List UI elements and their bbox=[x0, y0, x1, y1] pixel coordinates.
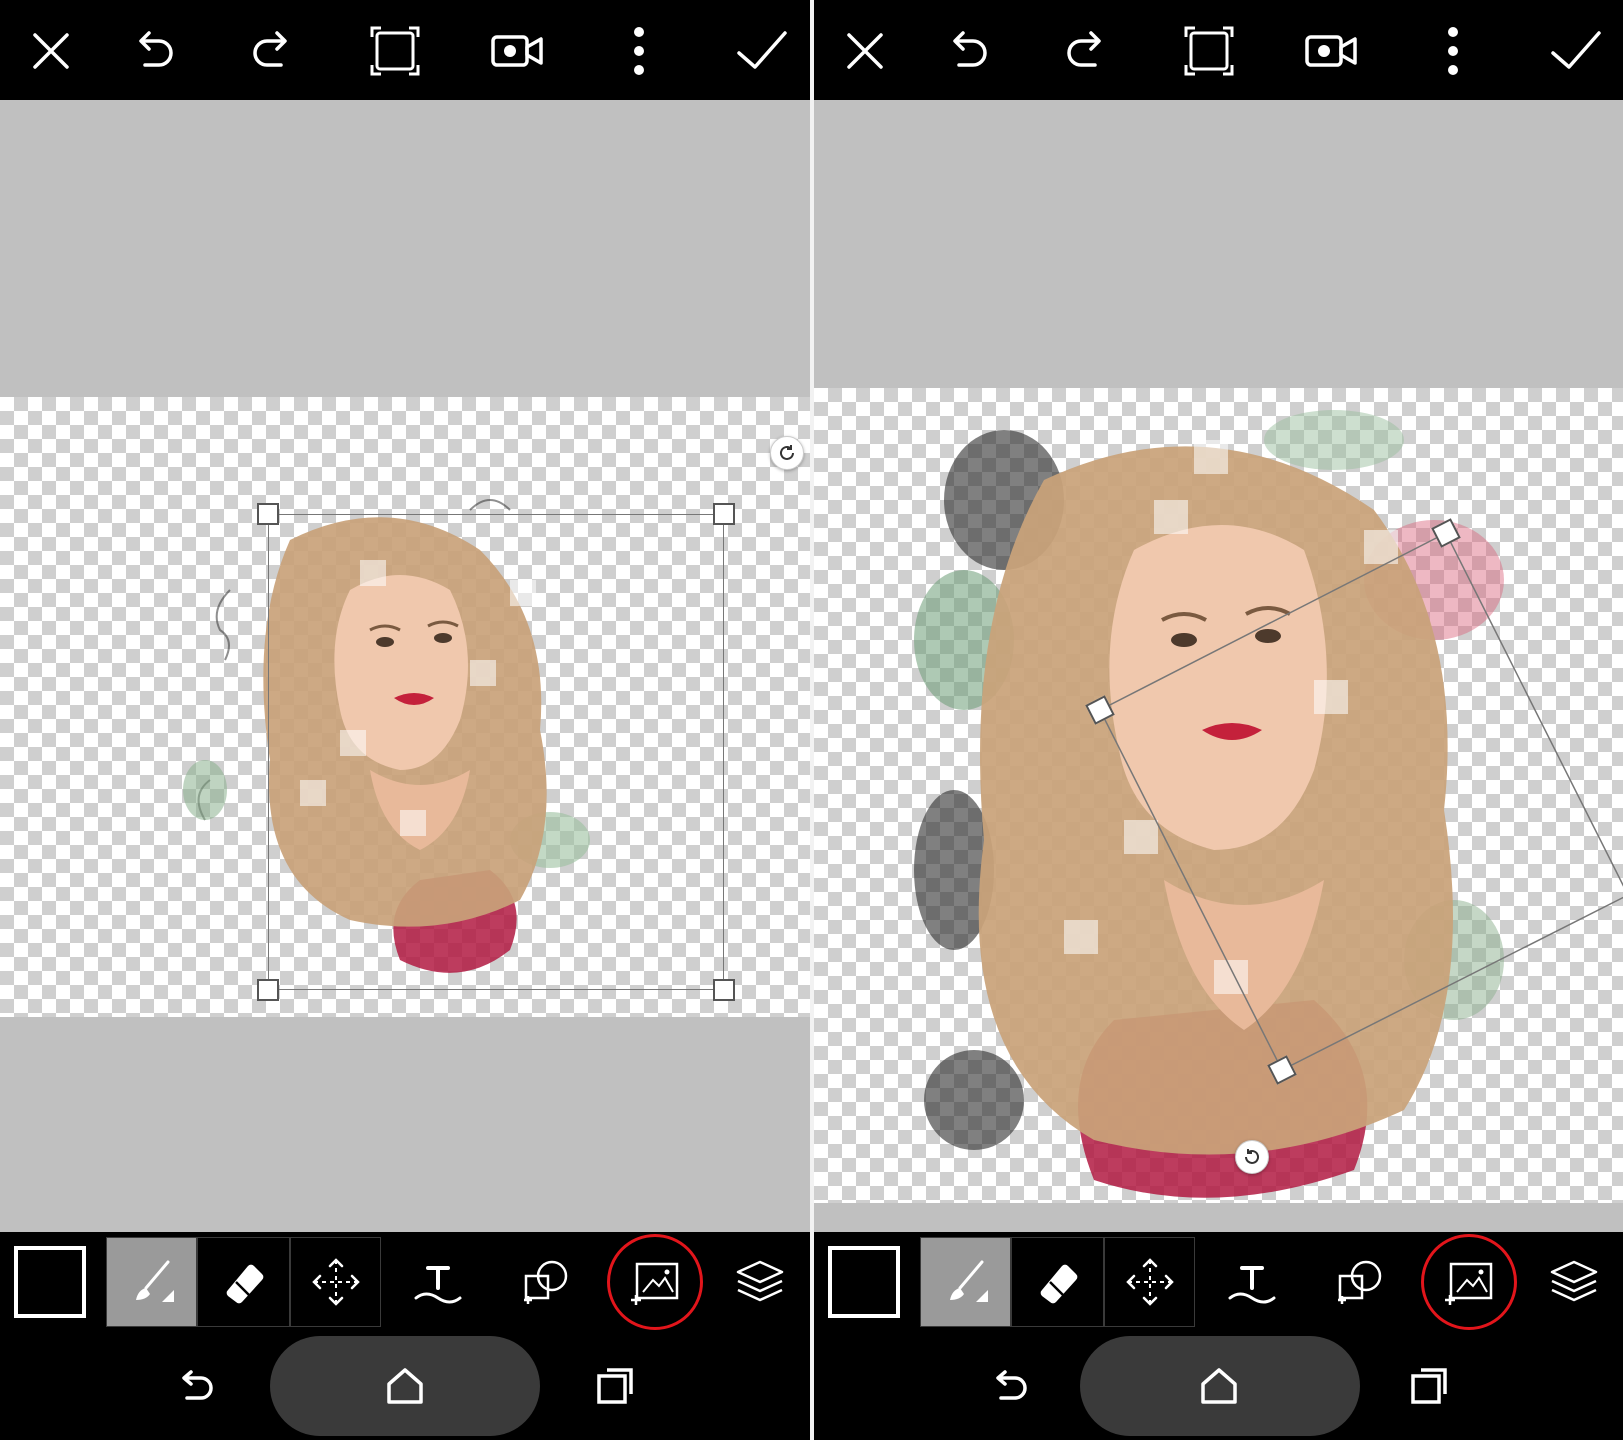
more-vertical-icon bbox=[634, 27, 644, 75]
move-tool[interactable] bbox=[1104, 1237, 1195, 1327]
rotate-handle[interactable] bbox=[1235, 1140, 1269, 1174]
shape-add-tool[interactable] bbox=[1320, 1237, 1400, 1327]
check-icon bbox=[737, 31, 787, 69]
home-icon bbox=[1201, 1368, 1237, 1404]
shape-add-icon bbox=[524, 1260, 568, 1304]
home-icon bbox=[387, 1368, 423, 1404]
video-record-button[interactable] bbox=[486, 20, 548, 82]
back-icon bbox=[182, 1370, 213, 1400]
more-options-button[interactable] bbox=[608, 20, 670, 82]
resize-handle-top-left[interactable] bbox=[257, 503, 279, 525]
home-button[interactable] bbox=[1189, 1356, 1249, 1416]
rotated-bounding-box[interactable] bbox=[814, 0, 1623, 1232]
layers-icon bbox=[1550, 1260, 1598, 1302]
resize-handle-top-right[interactable] bbox=[713, 503, 735, 525]
recents-button[interactable] bbox=[1399, 1356, 1459, 1416]
undo-icon bbox=[139, 31, 173, 67]
recents-button[interactable] bbox=[585, 1356, 645, 1416]
editor-panel-right bbox=[814, 0, 1623, 1440]
back-icon bbox=[996, 1370, 1027, 1400]
crop-frame-icon bbox=[370, 26, 420, 76]
recents-icon bbox=[597, 1368, 633, 1404]
system-nav-bar bbox=[0, 1332, 810, 1440]
resize-handle-bottom-left[interactable] bbox=[257, 979, 279, 1001]
text-tool[interactable] bbox=[1212, 1237, 1292, 1327]
selection-bounding-box[interactable] bbox=[268, 514, 724, 990]
crop-frame-button[interactable] bbox=[364, 20, 426, 82]
brush-icon bbox=[949, 1260, 988, 1302]
move-icon bbox=[311, 1258, 360, 1306]
eraser-icon bbox=[226, 1264, 263, 1304]
move-icon bbox=[1125, 1258, 1174, 1306]
undo-button[interactable] bbox=[122, 20, 184, 82]
eraser-tool[interactable] bbox=[197, 1237, 290, 1327]
drawing-toolbar bbox=[814, 1232, 1623, 1332]
back-button[interactable] bbox=[165, 1356, 225, 1416]
video-record-icon bbox=[491, 35, 543, 67]
highlight-ring bbox=[1421, 1234, 1517, 1330]
brush-tool[interactable] bbox=[920, 1237, 1011, 1327]
shape-add-icon bbox=[1338, 1260, 1382, 1304]
layers-tool[interactable] bbox=[1534, 1237, 1614, 1327]
back-button[interactable] bbox=[979, 1356, 1039, 1416]
editor-panel-left bbox=[0, 0, 810, 1440]
rotate-icon bbox=[1245, 1149, 1259, 1164]
text-icon bbox=[1228, 1266, 1276, 1304]
text-icon bbox=[414, 1266, 462, 1304]
color-swatch[interactable] bbox=[14, 1246, 86, 1318]
close-icon bbox=[33, 33, 69, 69]
eraser-tool[interactable] bbox=[1011, 1237, 1104, 1327]
top-toolbar bbox=[0, 0, 810, 100]
redo-button[interactable] bbox=[242, 20, 304, 82]
recents-icon bbox=[1411, 1368, 1447, 1404]
resize-handle-bottom-right[interactable] bbox=[713, 979, 735, 1001]
apply-button[interactable] bbox=[730, 20, 792, 82]
shape-add-tool[interactable] bbox=[506, 1237, 586, 1327]
close-button[interactable] bbox=[20, 20, 82, 82]
rotate-icon bbox=[780, 445, 794, 460]
move-tool[interactable] bbox=[290, 1237, 381, 1327]
rotate-handle[interactable] bbox=[770, 436, 804, 470]
eraser-icon bbox=[1040, 1264, 1077, 1304]
home-button[interactable] bbox=[375, 1356, 435, 1416]
redo-icon bbox=[253, 31, 287, 67]
system-nav-bar bbox=[814, 1332, 1623, 1440]
layers-tool[interactable] bbox=[720, 1237, 800, 1327]
text-tool[interactable] bbox=[398, 1237, 478, 1327]
layers-icon bbox=[736, 1260, 784, 1302]
brush-tool[interactable] bbox=[106, 1237, 197, 1327]
highlight-ring bbox=[607, 1234, 703, 1330]
color-swatch[interactable] bbox=[828, 1246, 900, 1318]
drawing-toolbar bbox=[0, 1232, 810, 1332]
brush-icon bbox=[135, 1260, 174, 1302]
